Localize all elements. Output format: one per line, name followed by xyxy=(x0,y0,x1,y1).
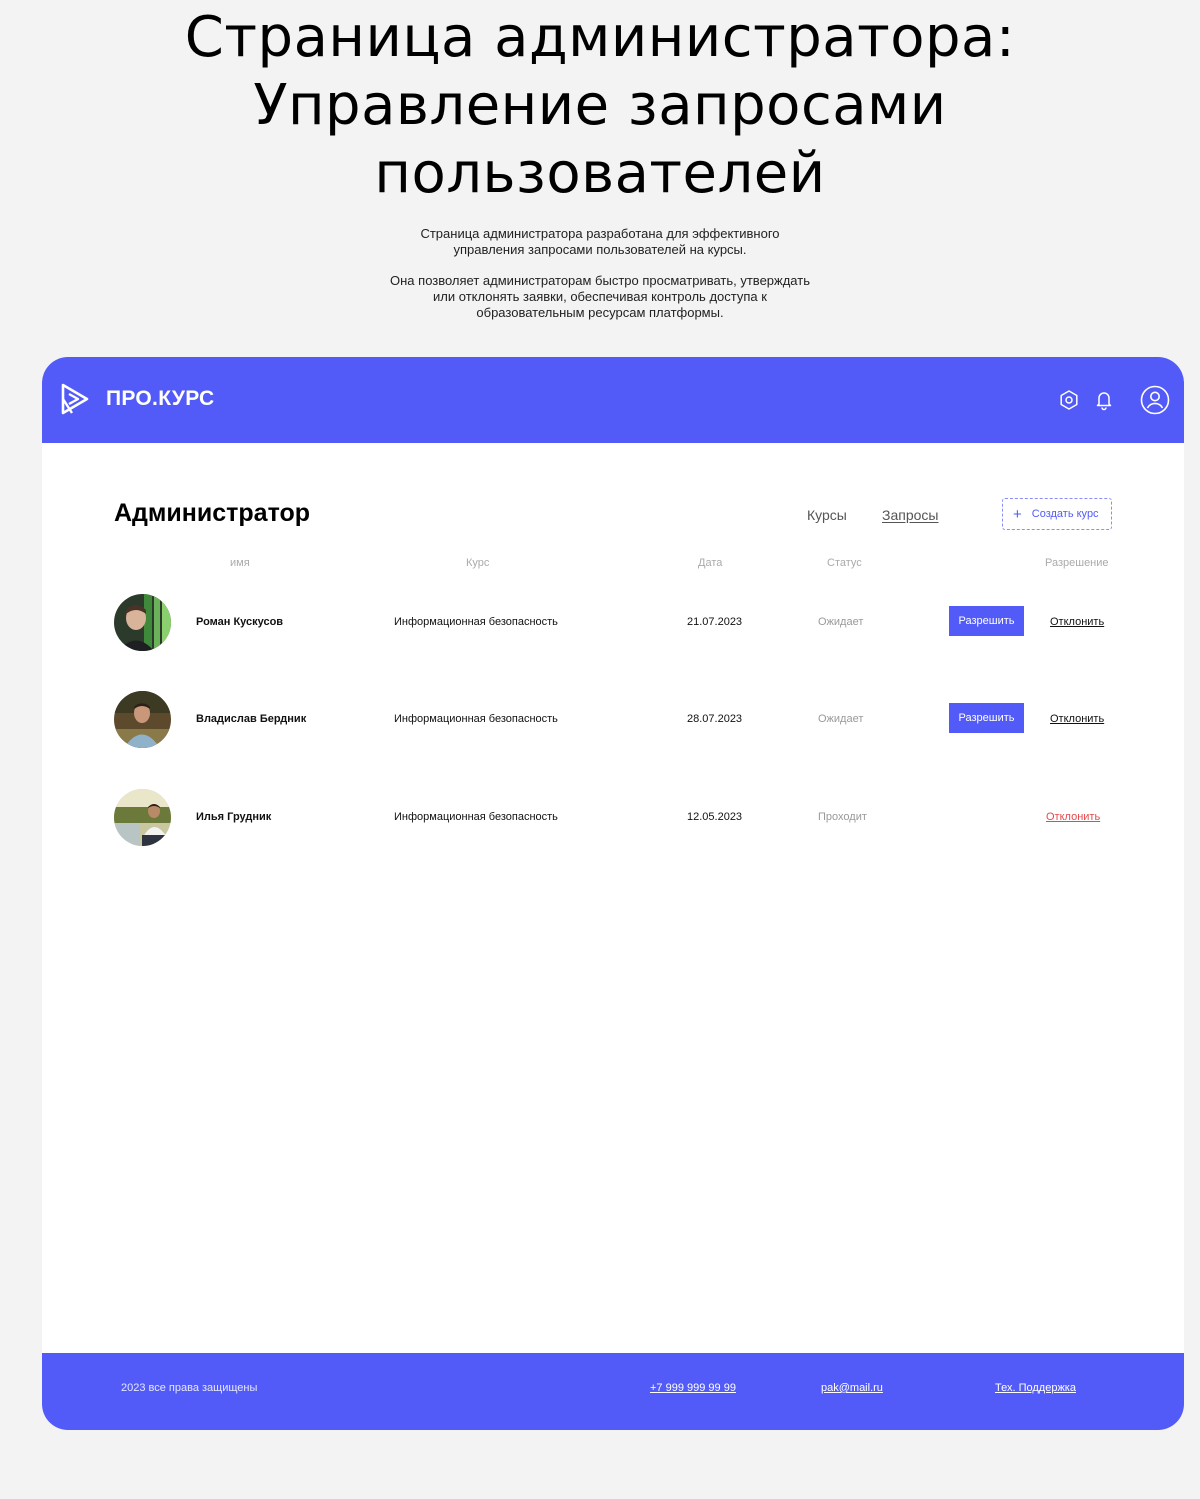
course-name: Информационная безопасность xyxy=(394,616,558,628)
request-status: Проходит xyxy=(818,811,867,823)
table-row: Владислав Бердник Информационная безопас… xyxy=(42,691,1184,751)
request-status: Ожидает xyxy=(818,713,864,725)
column-header-course: Курс xyxy=(466,557,490,569)
column-header-status: Статус xyxy=(827,557,862,569)
table-row: Илья Грудник Информационная безопасность… xyxy=(42,789,1184,849)
hero-title-line-2: Управление запросами xyxy=(253,73,947,138)
page-title: Администратор xyxy=(114,499,311,527)
nav-courses[interactable]: Курсы xyxy=(807,507,847,523)
column-header-name: имя xyxy=(230,557,250,569)
hero-description-p2: Она позволяет администраторам быстро про… xyxy=(390,273,810,320)
column-header-date: Дата xyxy=(698,557,723,569)
course-name: Информационная безопасность xyxy=(394,811,558,823)
user-name: Роман Кускусов xyxy=(196,616,284,628)
avatar xyxy=(114,594,171,651)
bell-icon[interactable] xyxy=(1094,389,1114,411)
avatar xyxy=(114,789,171,846)
hero-title-line-3: пользователей xyxy=(374,141,826,206)
footer-email-link[interactable]: pak@mail.ru xyxy=(821,1382,883,1394)
hero-title: Страница администратора: Управление запр… xyxy=(0,4,1200,208)
request-date: 21.07.2023 xyxy=(687,616,743,628)
reject-link[interactable]: Отклонить xyxy=(1046,811,1100,823)
footer-copyright: 2023 все права защищены xyxy=(121,1382,258,1394)
hero-description: Страница администратора разработана для … xyxy=(0,226,1200,321)
footer-phone-link[interactable]: +7 999 999 99 99 xyxy=(650,1382,736,1394)
user-name: Владислав Бердник xyxy=(196,713,307,725)
nav-requests[interactable]: Запросы xyxy=(882,507,938,523)
app-window: ПРО.КУРС Администратор Курсы Запросы + С… xyxy=(42,357,1184,1430)
plus-icon: + xyxy=(1013,505,1022,523)
settings-icon[interactable] xyxy=(1058,389,1080,411)
avatar xyxy=(114,691,171,748)
app-header: ПРО.КУРС xyxy=(42,357,1184,443)
table-row: Роман Кускусов Информационная безопаснос… xyxy=(42,594,1184,654)
reject-link[interactable]: Отклонить xyxy=(1050,713,1104,725)
app-footer: 2023 все права защищены +7 999 999 99 99… xyxy=(42,1353,1184,1430)
profile-icon[interactable] xyxy=(1140,385,1170,415)
column-header-permission: Разрешение xyxy=(1045,557,1109,569)
request-date: 12.05.2023 xyxy=(687,811,743,823)
reject-link[interactable]: Отклонить xyxy=(1050,616,1104,628)
course-name: Информационная безопасность xyxy=(394,713,558,725)
create-course-button[interactable]: + Создать курс xyxy=(1002,498,1112,530)
logo-icon[interactable] xyxy=(60,383,90,415)
request-status: Ожидает xyxy=(818,616,864,628)
footer-support-link[interactable]: Тех. Поддержка xyxy=(995,1382,1076,1394)
logo-text[interactable]: ПРО.КУРС xyxy=(106,387,214,411)
approve-button[interactable]: Разрешить xyxy=(949,606,1024,636)
hero-description-p1: Страница администратора разработана для … xyxy=(420,226,780,257)
create-course-label: Создать курс xyxy=(1031,508,1099,520)
user-name: Илья Грудник xyxy=(196,811,272,823)
approve-button[interactable]: Разрешить xyxy=(949,703,1024,733)
hero-title-line-1: Страница администратора: xyxy=(184,5,1016,70)
request-date: 28.07.2023 xyxy=(687,713,743,725)
